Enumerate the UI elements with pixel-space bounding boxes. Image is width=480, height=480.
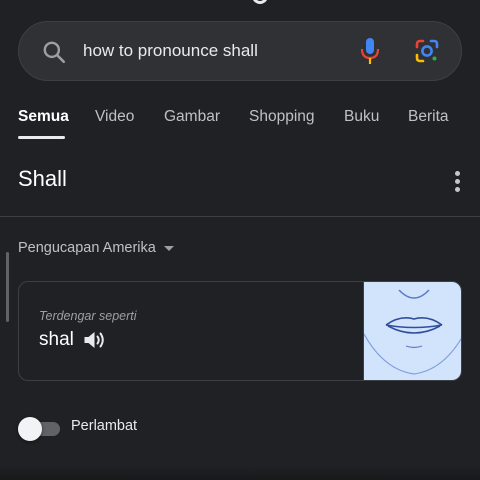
slow-toggle-label: Perlambat (71, 418, 138, 434)
scroll-indicator (6, 252, 9, 322)
tab-video[interactable]: Video (95, 108, 134, 126)
mouth-illustration (363, 282, 461, 380)
tab-gambar[interactable]: Gambar (164, 108, 220, 126)
sounds-like-label: Terdengar seperti (39, 309, 137, 323)
divider (0, 216, 480, 217)
bottom-edge (0, 466, 480, 480)
tab-berita[interactable]: Berita (408, 108, 449, 126)
caret-down-icon (163, 245, 174, 251)
speaker-icon[interactable] (82, 328, 107, 352)
search-bar[interactable]: how to pronounce shall (18, 21, 462, 81)
slow-toggle[interactable] (18, 417, 62, 441)
more-options-icon[interactable] (448, 168, 468, 194)
active-tab-indicator (18, 136, 65, 139)
search-icon[interactable] (41, 39, 67, 65)
accent-label: Pengucapan Amerika (18, 240, 156, 256)
google-lens-icon[interactable] (414, 38, 440, 64)
result-heading: Shall (18, 166, 67, 191)
pronunciation-card: Terdengar seperti shal (18, 281, 462, 381)
search-input[interactable]: how to pronounce shall (83, 41, 258, 61)
mic-icon[interactable] (358, 36, 382, 66)
tab-buku[interactable]: Buku (344, 108, 379, 126)
accent-dropdown[interactable]: Pengucapan Amerika (18, 240, 174, 256)
tab-shopping[interactable]: Shopping (249, 108, 315, 126)
google-logo-fragment (252, 0, 268, 4)
toggle-thumb (18, 417, 42, 441)
tab-semua[interactable]: Semua (18, 108, 69, 126)
search-tabs: Semua Video Gambar Shopping Buku Berita (0, 106, 480, 140)
phonetic-spelling: shal (39, 329, 74, 350)
